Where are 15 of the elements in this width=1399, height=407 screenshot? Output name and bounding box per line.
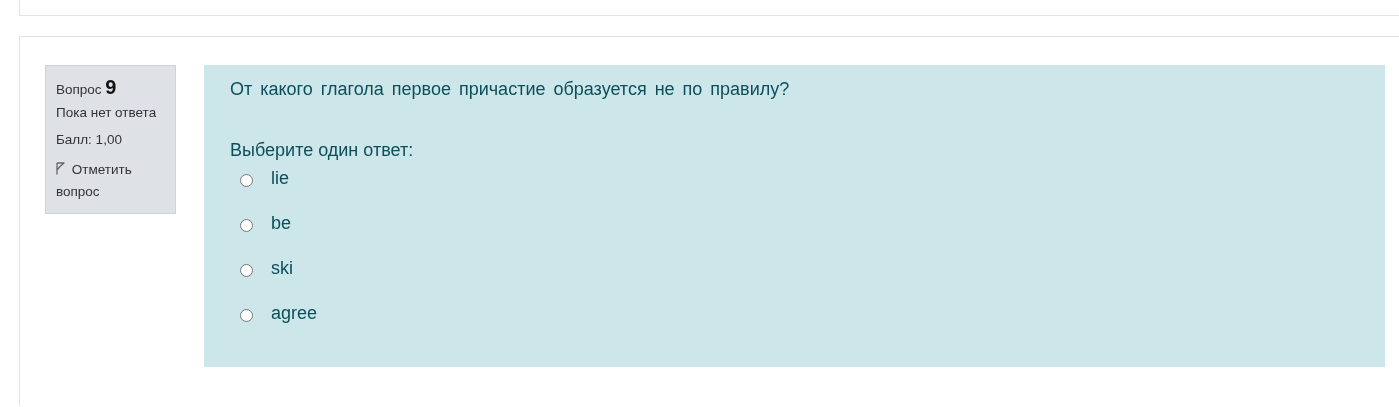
answer-option[interactable]: ski <box>271 257 293 279</box>
answer-prompt: Выберите один ответ: <box>230 140 415 161</box>
radio-button[interactable] <box>240 173 253 187</box>
question-status: Пока нет ответа <box>56 105 158 120</box>
flag-question-link[interactable]: Отметить вопрос <box>56 159 167 203</box>
radio-button[interactable] <box>240 263 253 277</box>
radio-button[interactable] <box>240 218 253 232</box>
radio-button[interactable] <box>240 308 253 322</box>
question-score: Балл: 1,00 <box>56 132 123 147</box>
flag-icon <box>56 162 65 175</box>
answer-option[interactable]: agree <box>271 302 318 324</box>
answer-option[interactable]: lie <box>271 167 289 189</box>
question-number: Вопрос 9 <box>56 76 118 99</box>
answer-option[interactable]: be <box>271 212 292 234</box>
question-text: От какого глагола первое причастие образуется не по правилу? <box>230 79 791 100</box>
